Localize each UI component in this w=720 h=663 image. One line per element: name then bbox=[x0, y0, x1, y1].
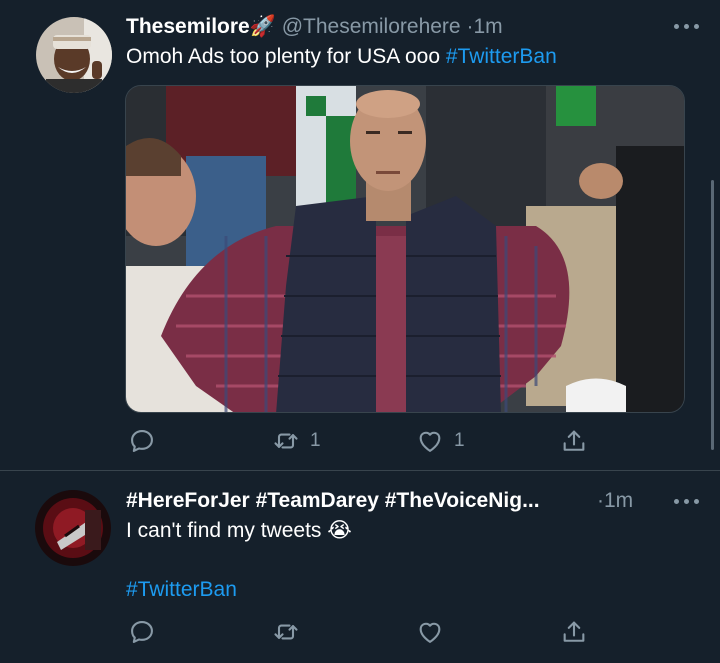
reply-button[interactable] bbox=[128, 617, 166, 647]
share-button[interactable] bbox=[560, 617, 588, 647]
tweet-meta: ·1m bbox=[597, 488, 633, 514]
tweet-text: I can't find my tweets 😭 bbox=[126, 517, 352, 545]
tweet[interactable]: Thesemilore🚀 @Thesemilorehere ·1m Omoh A… bbox=[0, 0, 720, 470]
retweet-icon bbox=[274, 624, 298, 640]
handle[interactable]: @Thesemilorehere bbox=[282, 15, 461, 38]
separator-dot: · bbox=[597, 489, 604, 512]
more-icon[interactable] bbox=[674, 496, 700, 506]
tweet-actions: 1 1 bbox=[126, 426, 596, 456]
like-icon bbox=[419, 622, 441, 643]
avatar[interactable] bbox=[35, 490, 111, 566]
timestamp[interactable]: 1m bbox=[473, 15, 502, 38]
like-button[interactable] bbox=[416, 617, 454, 647]
rocket-emoji: 🚀 bbox=[249, 15, 276, 38]
share-button[interactable] bbox=[560, 426, 588, 456]
tweet-text: Omoh Ads too plenty for USA ooo #Twitter… bbox=[126, 43, 557, 71]
retweet-count: 1 bbox=[310, 430, 321, 451]
share-icon bbox=[563, 621, 585, 642]
share-icon bbox=[563, 430, 585, 451]
scrollbar[interactable] bbox=[711, 180, 714, 450]
tweet-divider bbox=[0, 470, 720, 471]
tweet-body: I can't find my tweets bbox=[126, 519, 322, 542]
retweet-button[interactable]: 1 bbox=[272, 426, 321, 456]
tweet-body: Omoh Ads too plenty for USA ooo bbox=[126, 45, 441, 68]
tweet-image[interactable] bbox=[125, 85, 685, 413]
like-count: 1 bbox=[454, 430, 465, 451]
retweet-button[interactable] bbox=[272, 617, 310, 647]
timestamp[interactable]: 1m bbox=[604, 489, 633, 512]
display-name[interactable]: #HereForJer #TeamDarey #TheVoiceNig... bbox=[126, 489, 540, 512]
like-button[interactable]: 1 bbox=[416, 426, 465, 456]
tweet-header: Thesemilore🚀 @Thesemilorehere ·1m bbox=[126, 14, 503, 40]
reply-icon bbox=[131, 430, 153, 452]
crying-emoji: 😭 bbox=[327, 519, 352, 542]
tweet-hashtag-line: #TwitterBan bbox=[126, 576, 237, 604]
hashtag-link[interactable]: #TwitterBan bbox=[446, 45, 557, 68]
hashtag-link[interactable]: #TwitterBan bbox=[126, 578, 237, 601]
more-icon[interactable] bbox=[674, 21, 700, 31]
tweet-header: #HereForJer #TeamDarey #TheVoiceNig... bbox=[126, 488, 540, 514]
retweet-icon bbox=[274, 433, 298, 449]
reply-icon bbox=[131, 621, 153, 643]
tweet-actions bbox=[126, 617, 596, 647]
reply-button[interactable] bbox=[128, 426, 166, 456]
like-icon bbox=[419, 431, 441, 452]
avatar[interactable] bbox=[36, 17, 112, 93]
display-name[interactable]: Thesemilore bbox=[126, 15, 250, 38]
